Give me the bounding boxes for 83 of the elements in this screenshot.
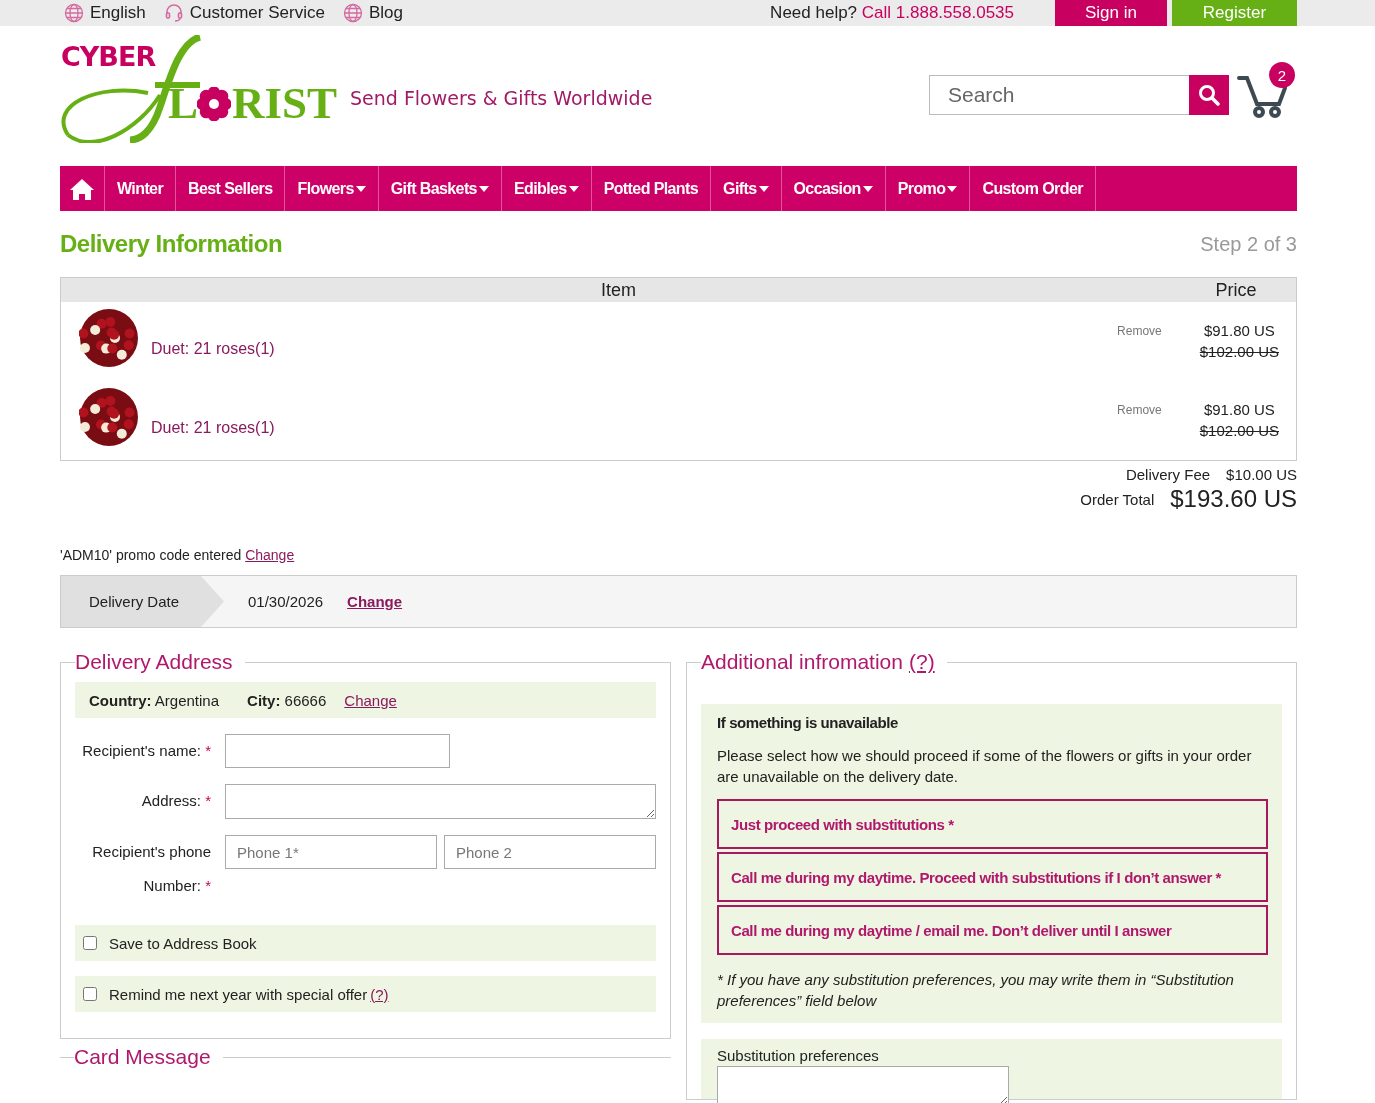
product-link[interactable]: Duet: 21 roses(1) (151, 340, 275, 358)
nav-item[interactable]: Promo (885, 166, 971, 211)
help-link[interactable]: (?) (908, 650, 935, 674)
nav-item[interactable]: Gift Baskets (378, 166, 502, 211)
search-field[interactable]: Search (929, 75, 1189, 115)
caret-icon (947, 185, 958, 192)
phone-link[interactable]: Call 1.888.558.0535 (861, 3, 1014, 22)
logo-text: RIST (232, 77, 338, 129)
top-link[interactable]: English (64, 3, 146, 23)
change-link[interactable]: Change (245, 547, 295, 563)
option-button[interactable]: Just proceed with substitutions * (717, 799, 1268, 849)
promo-text: 'ADM10' promo code entered (60, 547, 242, 563)
nav-item[interactable]: Gifts (711, 166, 782, 211)
globe-icon (342, 3, 363, 23)
old-price: $102.00 US (1199, 421, 1279, 441)
nav-item[interactable]: Potted Plants (591, 166, 712, 211)
input-field[interactable] (225, 734, 450, 768)
field-label: Address: * (140, 791, 211, 811)
delivery-date-value: 01/30/2026 (248, 593, 324, 610)
old-price: $102.00 US (1199, 342, 1279, 362)
nav-item[interactable]: Edibles (501, 166, 592, 211)
sign-in-button[interactable]: Sign in (1055, 0, 1167, 26)
nav-item[interactable]: Winter (105, 166, 177, 211)
search-icon (1198, 84, 1220, 106)
tagline: Send Flowers & Gifts Worldwide (350, 87, 653, 109)
checkbox[interactable] (83, 936, 97, 950)
fee-label: Delivery Fee (1125, 466, 1211, 483)
help-text: Need help? Call 1.888.558.0535 (770, 3, 1014, 23)
address-field[interactable] (225, 784, 656, 819)
column-header: Price (1214, 279, 1258, 301)
fee-value: $10.00 US (1226, 466, 1297, 483)
column-header: Item (600, 279, 637, 301)
logo-text: CYBER (61, 41, 156, 72)
headset-icon (163, 3, 184, 23)
top-link[interactable]: Customer Service (163, 3, 325, 23)
nav-item[interactable]: Custom Order (970, 166, 1096, 211)
country-text: Country: Argentina (89, 691, 220, 709)
total-value: $193.60 US (1170, 485, 1297, 513)
change-link[interactable]: Change (344, 691, 397, 709)
price: $91.80 US (1203, 321, 1275, 341)
nav-item[interactable]: Flowers (285, 166, 379, 211)
remove-link[interactable]: Remove (1117, 403, 1162, 417)
option-button[interactable]: Call me during my daytime. Proceed with substitutions if I don’t answer * (717, 852, 1268, 902)
section-title: Card Message (74, 1045, 211, 1069)
total-label: Order Total (1080, 490, 1155, 508)
caret-icon (862, 185, 873, 192)
city-text: City: 66666 (247, 691, 327, 709)
page-title: Delivery Information (60, 230, 283, 258)
caret-icon (478, 185, 489, 192)
panel-heading: If something is unavailable (717, 714, 899, 731)
section-title: Delivery Address (75, 650, 233, 674)
nav-item[interactable]: Best Sellers (176, 166, 286, 211)
section-title: Additional infromation (701, 650, 903, 674)
preferences-field[interactable] (717, 1066, 1009, 1103)
option-button[interactable]: Call me during my daytime / email me. Don’t deliver until I answer (717, 905, 1268, 955)
caret-icon (758, 185, 769, 192)
note-text: * If you have any substitution preferences, you may write them in “Substitution preferences” field below (717, 970, 1235, 1011)
field-label: Recipient's phone Number: * (91, 842, 211, 896)
cart-count-badge: 2 (1269, 62, 1295, 88)
flower-icon (197, 87, 231, 121)
phone-field[interactable]: Phone 1* (225, 835, 437, 869)
panel-text: Please select how we should proceed if some of the flowers or gifts in your order are unavailable on the delivery date. (717, 746, 1253, 787)
checkbox-label: Save to Address Book (109, 934, 257, 952)
phone-field[interactable]: Phone 2 (444, 835, 656, 869)
top-link[interactable]: Blog (342, 3, 403, 23)
checkbox-label: Remind me next year with special offer (109, 985, 368, 1003)
help-link[interactable]: (?) (370, 985, 389, 1003)
caret-icon (568, 185, 579, 192)
field-label: Recipient's name: * (81, 741, 211, 761)
delivery-date-label: Delivery Date (61, 576, 224, 627)
price: $91.80 US (1203, 400, 1275, 420)
change-link[interactable]: Change (347, 593, 403, 610)
checkbox[interactable] (83, 987, 97, 1001)
globe-icon (64, 3, 84, 23)
search-button[interactable] (1189, 75, 1229, 115)
nav-item[interactable]: Occasion (781, 166, 886, 211)
caret-icon (355, 185, 366, 192)
field-label: Substitution preferences (717, 1047, 879, 1064)
remove-link[interactable]: Remove (1117, 324, 1162, 338)
step-indicator: Step 2 of 3 (1200, 232, 1297, 256)
product-link[interactable]: Duet: 21 roses(1) (151, 419, 275, 437)
home-icon (70, 177, 94, 200)
logo-text: L (168, 77, 198, 129)
